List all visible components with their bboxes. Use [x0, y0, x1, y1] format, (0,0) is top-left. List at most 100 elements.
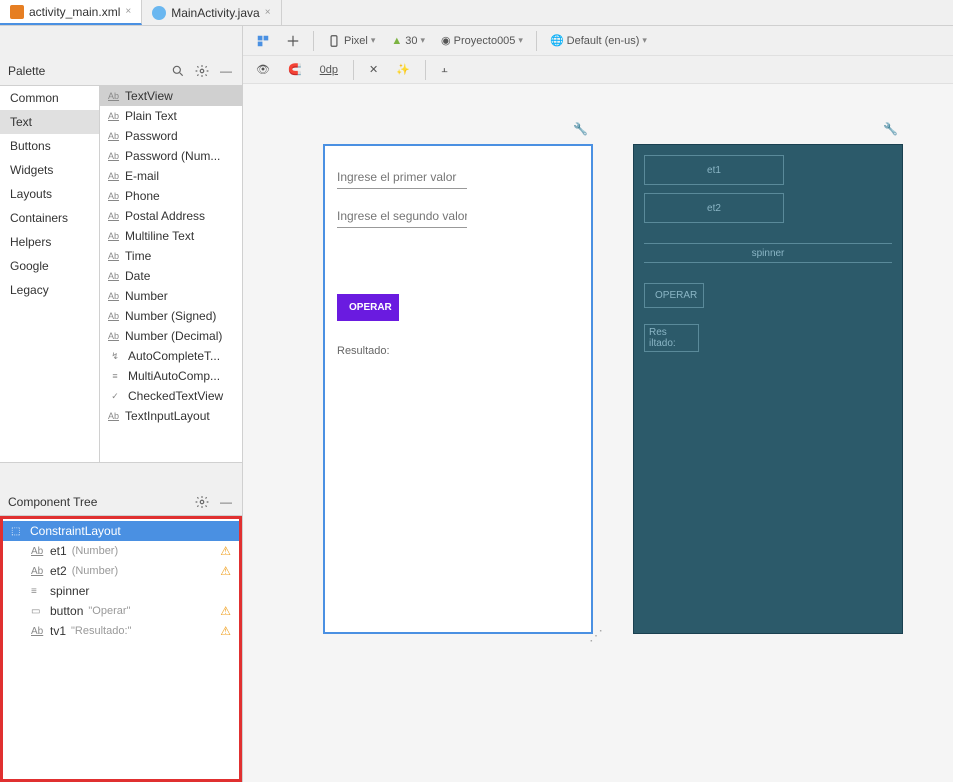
close-icon[interactable]: × — [265, 7, 271, 18]
multiauto-icon: ≡ — [108, 370, 122, 382]
category-layouts[interactable]: Layouts — [0, 182, 99, 206]
palette-item-autocomplete[interactable]: ↯AutoCompleteT... — [100, 346, 242, 366]
wrench-icon[interactable]: 🔧 — [573, 122, 588, 136]
palette-title: Palette — [8, 64, 45, 78]
preview-et2[interactable] — [337, 205, 467, 228]
component-tree: ⬚ ConstraintLayout Ab et1 (Number) ⚠ Ab … — [0, 516, 242, 782]
palette-item-number[interactable]: AbNumber — [100, 286, 242, 306]
tree-node-constraintlayout[interactable]: ⬚ ConstraintLayout — [3, 521, 239, 541]
text-icon: Ab — [108, 211, 119, 221]
device-selector[interactable]: Pixel — [322, 32, 380, 50]
preview-et1[interactable] — [337, 166, 467, 189]
guidelines-icon[interactable]: ⫠ — [436, 61, 453, 78]
palette-item-multiline[interactable]: AbMultiline Text — [100, 226, 242, 246]
preview-button[interactable]: OPERAR — [337, 294, 399, 321]
infer-constraints-icon[interactable]: ✨ — [391, 61, 415, 78]
category-buttons[interactable]: Buttons — [0, 134, 99, 158]
autocomplete-icon: ↯ — [108, 350, 122, 362]
preview-result: Resultado: — [337, 345, 579, 357]
design-toolbar: Pixel ▲ 30 ◉ Proyecto005 🌐 Default (en-u… — [243, 26, 953, 56]
category-legacy[interactable]: Legacy — [0, 278, 99, 302]
tree-node-button[interactable]: ▭ button "Operar" ⚠ — [3, 601, 239, 621]
palette-item-time[interactable]: AbTime — [100, 246, 242, 266]
warning-icon: ⚠ — [220, 544, 231, 558]
warning-icon: ⚠ — [220, 564, 231, 578]
blueprint-spinner[interactable]: spinner — [644, 243, 892, 263]
tree-node-spinner[interactable]: ≡ spinner — [3, 581, 239, 601]
text-icon: Ab — [31, 566, 45, 577]
search-icon[interactable] — [170, 63, 186, 79]
blueprint-et1[interactable]: et1 — [644, 155, 784, 185]
tree-node-tv1[interactable]: Ab tv1 "Resultado:" ⚠ — [3, 621, 239, 641]
close-icon[interactable]: × — [125, 6, 131, 17]
tree-node-et1[interactable]: Ab et1 (Number) ⚠ — [3, 541, 239, 561]
view-options-icon[interactable]: 👁 — [251, 61, 275, 78]
palette-item-password[interactable]: AbPassword — [100, 126, 242, 146]
palette-item-checkedtext[interactable]: ✓CheckedTextView — [100, 386, 242, 406]
component-tree-header: Component Tree — — [0, 489, 242, 516]
palette-item-password-num[interactable]: AbPassword (Num... — [100, 146, 242, 166]
blueprint-result[interactable]: Res iltado: — [644, 324, 699, 352]
palette-item-email[interactable]: AbE-mail — [100, 166, 242, 186]
palette-items: AbTextView AbPlain Text AbPassword AbPas… — [100, 86, 242, 462]
checked-icon: ✓ — [108, 390, 122, 402]
palette-item-textview[interactable]: AbTextView — [100, 86, 242, 106]
palette-item-plaintext[interactable]: AbPlain Text — [100, 106, 242, 126]
text-icon: Ab — [108, 331, 119, 341]
design-preview[interactable]: 🔧 OPERAR Resultado: ⋰ — [323, 144, 593, 634]
component-tree-title: Component Tree — [8, 495, 97, 509]
clear-constraints-icon[interactable]: ✕ — [364, 61, 383, 78]
category-common[interactable]: Common — [0, 86, 99, 110]
palette-item-number-decimal[interactable]: AbNumber (Decimal) — [100, 326, 242, 346]
palette-body: Common Text Buttons Widgets Layouts Cont… — [0, 86, 242, 463]
blueprint-et2[interactable]: et2 — [644, 193, 784, 223]
api-selector[interactable]: ▲ 30 — [386, 33, 430, 49]
theme-selector[interactable]: ◉ Proyecto005 — [436, 32, 528, 49]
gear-icon[interactable] — [194, 494, 210, 510]
orientation-icon[interactable] — [281, 32, 305, 50]
tree-node-et2[interactable]: Ab et2 (Number) ⚠ — [3, 561, 239, 581]
palette-item-postal[interactable]: AbPostal Address — [100, 206, 242, 226]
tab-activity-main[interactable]: activity_main.xml × — [0, 0, 142, 25]
category-helpers[interactable]: Helpers — [0, 230, 99, 254]
text-icon: Ab — [31, 546, 45, 557]
palette-item-multiautocomplete[interactable]: ≡MultiAutoComp... — [100, 366, 242, 386]
minimize-icon[interactable]: — — [218, 63, 234, 79]
text-icon: Ab — [108, 271, 119, 281]
palette-item-phone[interactable]: AbPhone — [100, 186, 242, 206]
locale-selector[interactable]: 🌐 Default (en-us) — [545, 32, 652, 49]
design-surface-icon[interactable] — [251, 32, 275, 50]
gear-icon[interactable] — [194, 63, 210, 79]
palette-item-date[interactable]: AbDate — [100, 266, 242, 286]
text-icon: Ab — [108, 251, 119, 261]
text-icon: Ab — [108, 291, 119, 301]
text-icon: Ab — [108, 191, 119, 201]
minimize-icon[interactable]: — — [218, 494, 234, 510]
palette-categories: Common Text Buttons Widgets Layouts Cont… — [0, 86, 100, 462]
tab-label: MainActivity.java — [171, 6, 259, 20]
text-icon: Ab — [108, 131, 119, 141]
wrench-icon[interactable]: 🔧 — [883, 122, 898, 136]
palette-item-textinputlayout[interactable]: AbTextInputLayout — [100, 406, 242, 426]
autoconnect-icon[interactable]: 🧲 — [283, 61, 307, 78]
constraint-toolbar: 👁 🧲 0dp ✕ ✨ ⫠ — [243, 56, 953, 84]
category-containers[interactable]: Containers — [0, 206, 99, 230]
resize-handle-icon[interactable]: ⋰ — [589, 627, 603, 644]
category-google[interactable]: Google — [0, 254, 99, 278]
blueprint-preview[interactable]: 🔧 et1 et2 spinner OPERAR Res iltado: — [633, 144, 903, 634]
design-surface[interactable]: 🔧 OPERAR Resultado: ⋰ 🔧 et1 et2 spinner … — [243, 84, 953, 782]
warning-icon: ⚠ — [220, 604, 231, 618]
warning-icon: ⚠ — [220, 624, 231, 638]
default-margin[interactable]: 0dp — [315, 62, 343, 78]
blueprint-button[interactable]: OPERAR — [644, 283, 704, 308]
text-icon: Ab — [108, 411, 119, 421]
tab-main-activity[interactable]: MainActivity.java × — [142, 0, 281, 25]
text-icon: Ab — [108, 151, 119, 161]
palette-header: Palette — — [0, 56, 242, 86]
category-text[interactable]: Text — [0, 110, 99, 134]
text-icon: Ab — [108, 171, 119, 181]
palette-item-number-signed[interactable]: AbNumber (Signed) — [100, 306, 242, 326]
category-widgets[interactable]: Widgets — [0, 158, 99, 182]
spinner-icon: ≡ — [31, 586, 45, 597]
android-icon: ▲ — [391, 35, 402, 47]
